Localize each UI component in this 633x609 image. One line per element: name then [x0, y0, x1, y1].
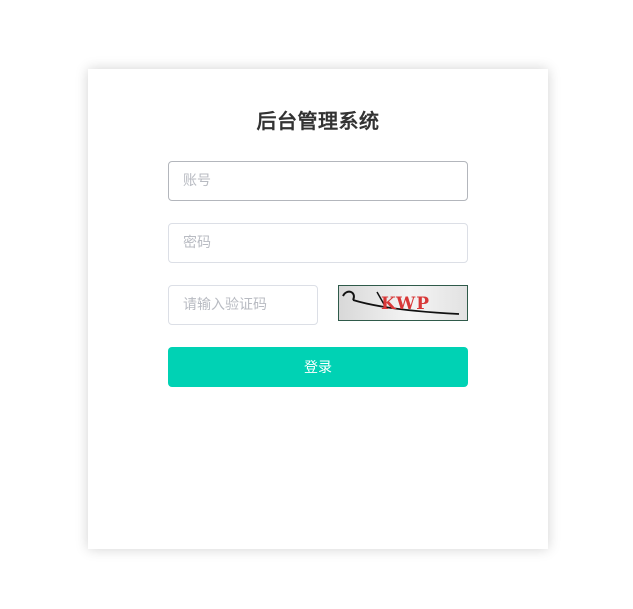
password-input[interactable] — [168, 223, 468, 263]
login-button[interactable]: 登录 — [168, 347, 468, 387]
account-input[interactable] — [168, 161, 468, 201]
captcha-input[interactable] — [168, 285, 318, 325]
captcha-image[interactable]: KWP — [338, 285, 468, 321]
login-card: 后台管理系统 KWP 登录 — [88, 69, 548, 549]
captcha-text: KWP — [381, 294, 430, 314]
captcha-graphic: KWP — [342, 290, 460, 315]
page-title: 后台管理系统 — [256, 109, 380, 133]
